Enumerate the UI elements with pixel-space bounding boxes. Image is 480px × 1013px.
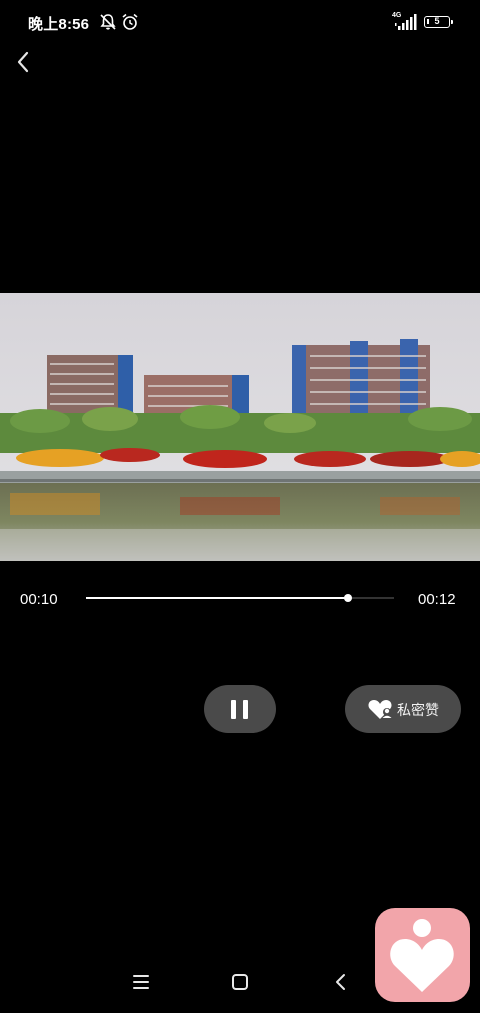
private-like-button[interactable]: 私密赞 (345, 685, 461, 733)
progress-thumb[interactable] (343, 594, 352, 602)
total-time: 00:12 (418, 591, 456, 608)
back-nav-icon[interactable] (329, 970, 353, 994)
home-icon[interactable] (228, 970, 252, 994)
pause-button[interactable] (204, 685, 276, 733)
system-nav-bar (0, 960, 480, 1004)
status-bar: 晚上8:56 4G 5 (0, 0, 480, 44)
signal-icon: 4G (392, 12, 420, 32)
private-like-label: 私密赞 (397, 702, 439, 718)
progress-fill (86, 597, 348, 599)
alarm-icon (122, 13, 138, 30)
battery-icon: 5 (424, 16, 453, 28)
mute-bell-icon (100, 14, 116, 30)
status-time: 晚上8:56 (28, 16, 90, 33)
video-frame[interactable] (0, 293, 480, 561)
playback-progress: 00:10 00:12 (0, 584, 480, 614)
current-time: 00:10 (20, 591, 58, 608)
back-icon[interactable] (10, 47, 38, 77)
menu-icon[interactable] (129, 970, 153, 994)
battery-level: 5 (434, 16, 440, 26)
heart-icon (368, 700, 392, 719)
progress-track[interactable] (86, 594, 394, 602)
